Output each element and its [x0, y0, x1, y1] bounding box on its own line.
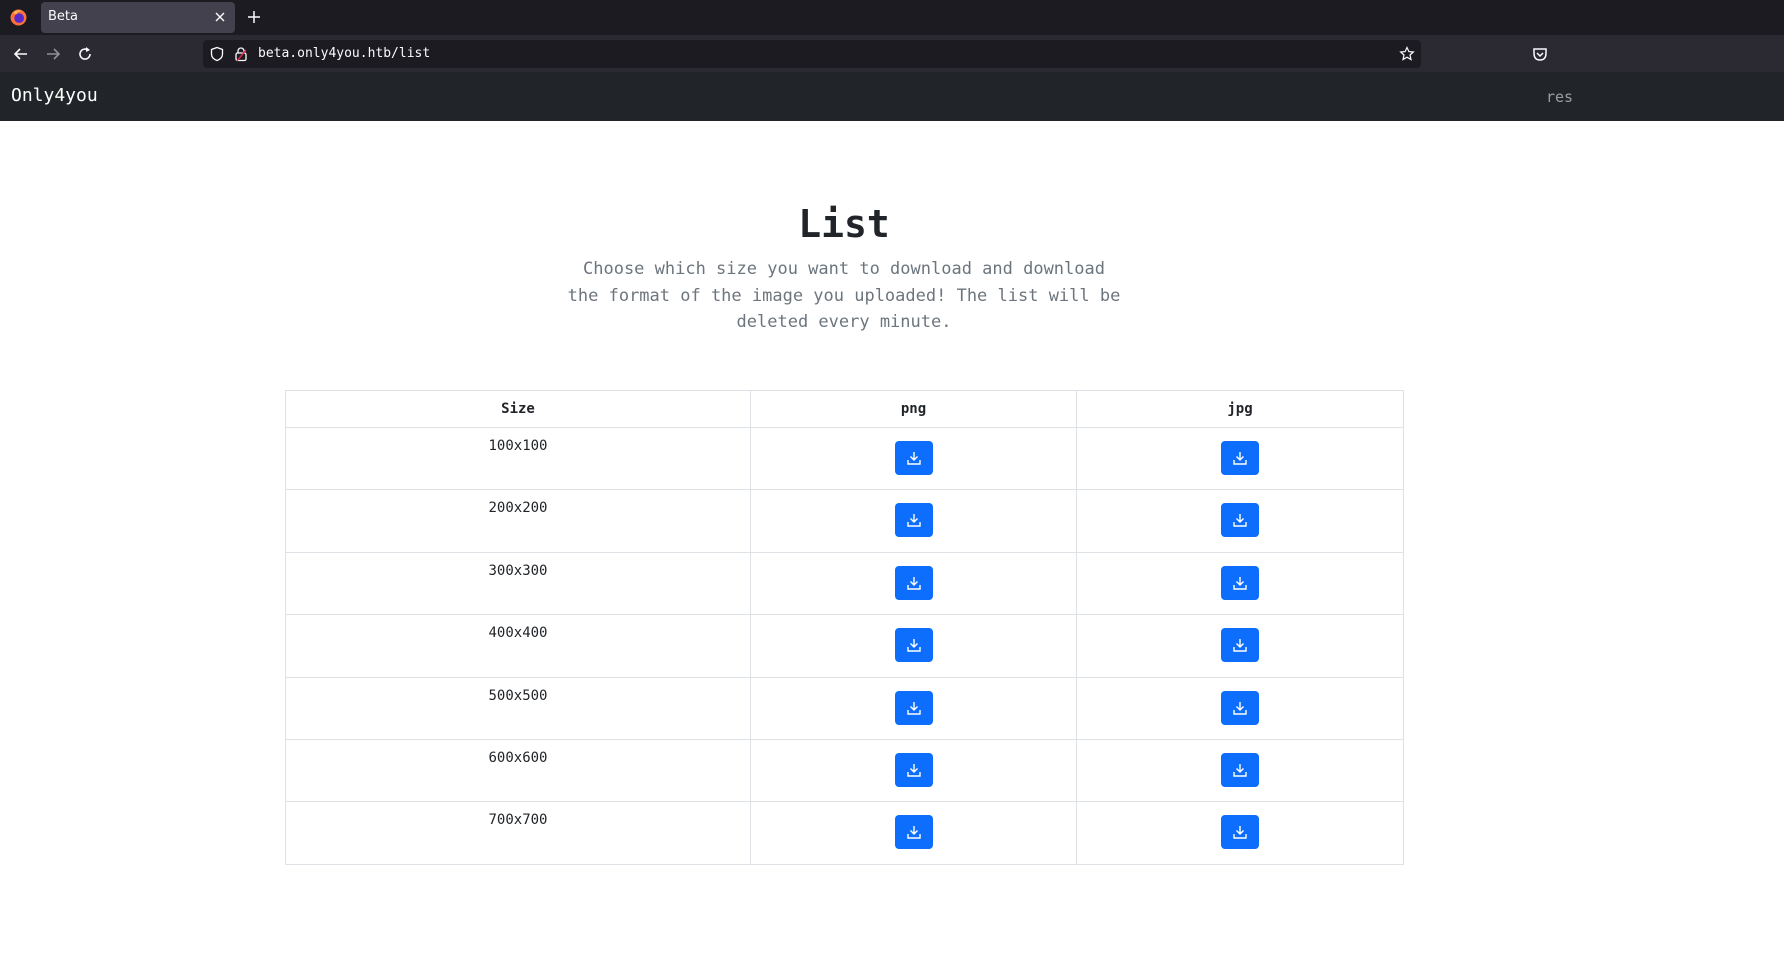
browser-tab[interactable]: Beta	[41, 2, 235, 33]
download-table: Size png jpg 100x100 200x200 300x300 400x40…	[285, 390, 1404, 865]
page-title: List	[798, 202, 890, 246]
download-icon	[906, 576, 921, 590]
site-brand-link[interactable]: Only4you	[11, 85, 98, 106]
download-icon	[906, 452, 921, 465]
jpg-cell	[1076, 738, 1404, 803]
jpg-cell	[1076, 426, 1404, 491]
download-png-button[interactable]	[894, 752, 933, 787]
png-cell	[750, 426, 1077, 491]
jpg-cell	[1076, 676, 1404, 740]
download-icon	[1233, 514, 1247, 528]
table-row: 300x300	[285, 551, 1404, 616]
size-cell: 200x200	[285, 489, 751, 553]
table-row: 700x700	[285, 801, 1404, 865]
pocket-icon[interactable]	[1531, 45, 1549, 63]
firefox-logo-icon	[10, 9, 27, 26]
jpg-cell	[1076, 489, 1404, 553]
shield-icon[interactable]	[209, 46, 225, 62]
address-bar[interactable]: beta.only4you.htb/list	[203, 40, 1421, 68]
close-icon[interactable]	[213, 10, 227, 24]
png-cell	[750, 551, 1077, 616]
png-cell	[750, 614, 1077, 678]
download-icon	[906, 763, 921, 777]
forward-arrow-icon[interactable]	[44, 45, 62, 63]
download-jpg-button[interactable]	[1221, 503, 1259, 538]
browser-tab-strip: Beta	[0, 0, 1784, 35]
column-header-jpg: jpg	[1076, 390, 1404, 428]
table-row: 500x500	[285, 676, 1404, 740]
table-row: 100x100	[285, 426, 1404, 491]
reload-icon[interactable]	[76, 45, 94, 63]
size-cell: 400x400	[285, 614, 751, 678]
size-cell: 500x500	[285, 676, 751, 740]
table-row: 400x400	[285, 614, 1404, 678]
table-row: 200x200	[285, 489, 1404, 553]
tab-title: Beta	[48, 9, 78, 24]
lock-icon[interactable]	[233, 46, 249, 62]
size-cell: 700x700	[285, 801, 751, 865]
column-header-size: Size	[285, 390, 751, 428]
download-icon	[1233, 826, 1247, 840]
download-png-button[interactable]	[894, 503, 933, 538]
download-icon	[906, 701, 921, 715]
nav-link[interactable]: res	[1546, 88, 1573, 106]
size-cell: 300x300	[285, 551, 751, 616]
star-icon[interactable]	[1399, 46, 1415, 62]
download-png-button[interactable]	[894, 565, 933, 600]
download-jpg-button[interactable]	[1221, 690, 1259, 725]
download-icon	[1233, 576, 1247, 590]
url-text: beta.only4you.htb/list	[258, 46, 431, 61]
download-icon	[906, 514, 921, 528]
jpg-cell	[1076, 551, 1404, 616]
table-row: 600x600	[285, 738, 1404, 803]
browser-toolbar: beta.only4you.htb/list	[0, 35, 1784, 72]
download-icon	[1233, 639, 1247, 652]
jpg-cell	[1076, 801, 1404, 865]
download-icon	[906, 826, 921, 840]
download-png-button[interactable]	[894, 815, 933, 850]
table-body: 100x100 200x200 300x300 400x400 500x500 600x6…	[285, 426, 1404, 865]
download-icon	[1233, 452, 1247, 465]
download-jpg-button[interactable]	[1221, 441, 1259, 475]
download-jpg-button[interactable]	[1221, 752, 1259, 787]
page-description: Choose which size you want to download a…	[567, 259, 1121, 332]
size-cell: 600x600	[285, 738, 751, 803]
download-icon	[1233, 701, 1247, 715]
download-png-button[interactable]	[894, 690, 933, 725]
back-arrow-icon[interactable]	[12, 45, 30, 63]
download-jpg-button[interactable]	[1221, 628, 1259, 663]
png-cell	[750, 738, 1077, 803]
size-cell: 100x100	[285, 426, 751, 491]
png-cell	[750, 801, 1077, 865]
table-header-row: Size png jpg	[285, 390, 1404, 428]
download-icon	[906, 639, 921, 652]
download-png-button[interactable]	[894, 628, 933, 663]
png-cell	[750, 489, 1077, 553]
download-jpg-button[interactable]	[1221, 565, 1259, 600]
download-jpg-button[interactable]	[1221, 815, 1259, 850]
plus-icon[interactable]	[246, 9, 262, 25]
jpg-cell	[1076, 614, 1404, 678]
download-icon	[1233, 763, 1247, 777]
column-header-png: png	[750, 390, 1077, 428]
download-png-button[interactable]	[894, 441, 933, 475]
site-navbar: Only4you res	[0, 72, 1784, 121]
png-cell	[750, 676, 1077, 740]
